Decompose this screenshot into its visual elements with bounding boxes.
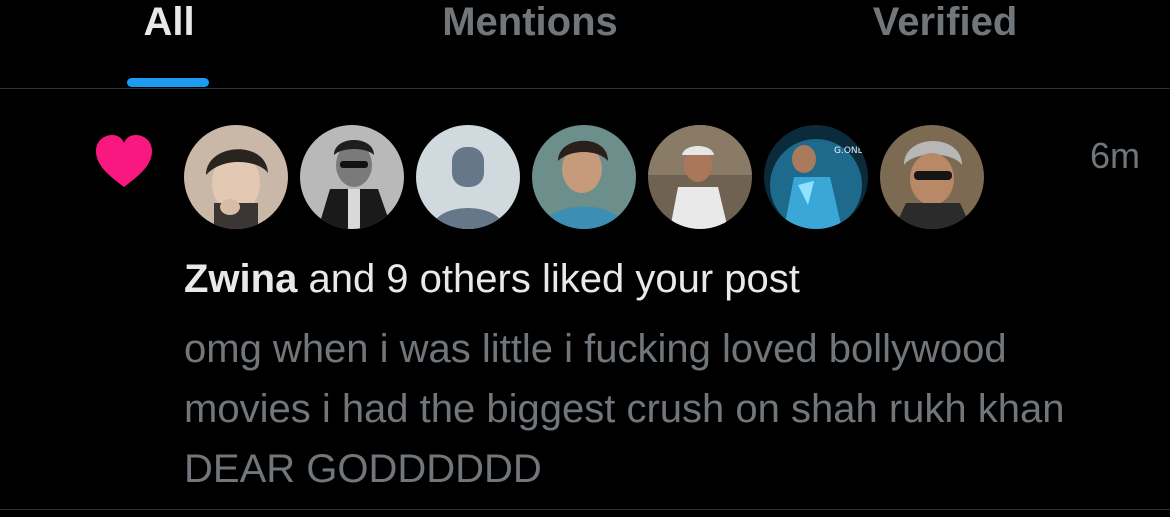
- like-notification[interactable]: G.ONE 6m Zwina and 9 others liked your p…: [0, 89, 1170, 509]
- notification-summary: Zwina and 9 others liked your post: [184, 255, 800, 303]
- svg-text:G.ONE: G.ONE: [834, 146, 864, 156]
- liker-name[interactable]: Zwina: [184, 257, 297, 301]
- tab-mentions-label: Mentions: [442, 0, 618, 44]
- summary-text: and 9 others liked your post: [297, 257, 800, 301]
- liker-avatars: G.ONE: [184, 125, 984, 231]
- avatar[interactable]: G.ONE: [764, 125, 868, 229]
- tab-mentions[interactable]: Mentions: [390, 0, 670, 88]
- notifications-tab-bar: All Mentions Verified: [0, 0, 1170, 88]
- heart-icon: [96, 135, 152, 187]
- avatar[interactable]: [184, 125, 288, 229]
- avatar[interactable]: [532, 125, 636, 229]
- tab-verified[interactable]: Verified: [820, 0, 1070, 88]
- tab-all[interactable]: All: [80, 0, 258, 88]
- active-tab-indicator: [127, 78, 209, 87]
- tab-verified-label: Verified: [872, 0, 1018, 44]
- avatar[interactable]: [648, 125, 752, 229]
- liked-post-preview: omg when i was little i fucking loved bo…: [184, 327, 1065, 491]
- notification-timestamp: 6m: [1089, 135, 1140, 176]
- avatar[interactable]: [300, 125, 404, 229]
- avatar-default[interactable]: [416, 125, 520, 229]
- tab-all-label: All: [143, 0, 195, 44]
- avatar[interactable]: [880, 125, 984, 229]
- notification-divider: [0, 509, 1170, 510]
